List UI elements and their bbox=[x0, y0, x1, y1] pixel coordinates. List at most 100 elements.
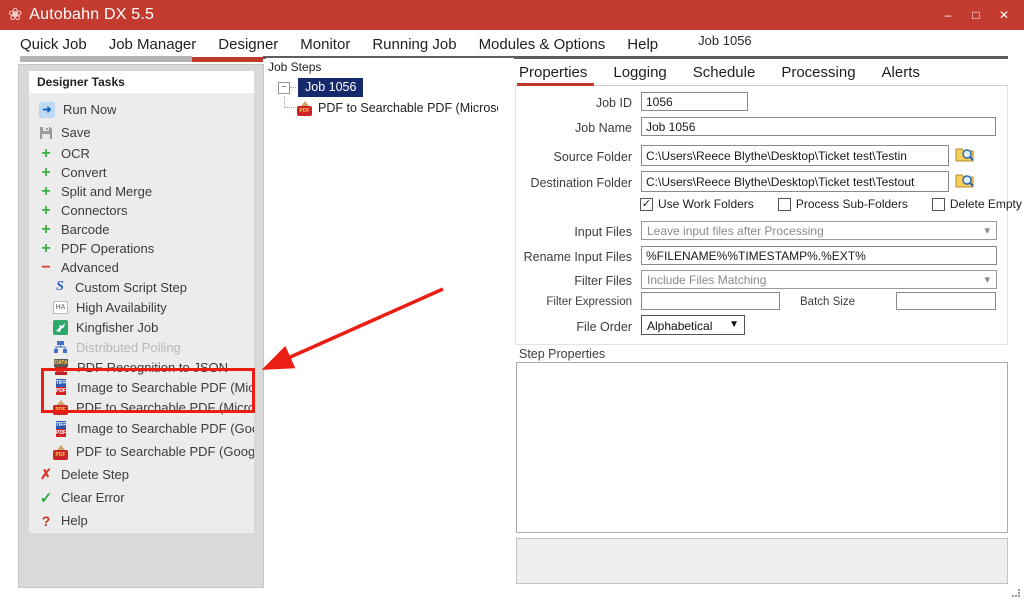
destination-folder-label: Destination Folder bbox=[514, 176, 632, 190]
task-pdf-recognition-to-json[interactable]: DATA A→B PDF Recognition to JSON bbox=[29, 357, 254, 377]
distributed-polling-icon bbox=[53, 340, 68, 354]
menu-help[interactable]: Help bbox=[627, 36, 658, 58]
high-availability-icon: HA bbox=[53, 301, 68, 314]
minimize-button[interactable]: – bbox=[936, 4, 960, 26]
menu-job-manager[interactable]: Job Manager bbox=[109, 36, 197, 58]
window-controls: – □ ✕ bbox=[936, 0, 1016, 30]
menu-underline-left bbox=[20, 56, 192, 62]
expand-plus-icon: + bbox=[39, 183, 53, 201]
source-folder-label: Source Folder bbox=[514, 150, 632, 164]
job-id-label: Job ID bbox=[514, 96, 632, 110]
input-files-label: Input Files bbox=[514, 225, 632, 239]
step-description-panel bbox=[516, 538, 1008, 584]
task-ocr[interactable]: + OCR bbox=[29, 144, 254, 163]
task-split-and-merge[interactable]: + Split and Merge bbox=[29, 182, 254, 201]
window-title: Autobahn DX 5.5 bbox=[29, 6, 154, 24]
task-pdf-to-searchable-pdf-google[interactable]: PDF PDF to Searchable PDF (Google Clouc bbox=[29, 440, 254, 463]
job-name-input[interactable] bbox=[641, 117, 996, 136]
menu-designer[interactable]: Designer bbox=[218, 36, 278, 58]
save-icon bbox=[39, 126, 53, 140]
task-clear-error[interactable]: ✓ Clear Error bbox=[29, 486, 254, 509]
pdf-to-searchable-pdf-icon: PDF bbox=[297, 100, 312, 116]
tree-child-row[interactable]: PDF PDF to Searchable PDF (Microsoft Clo… bbox=[266, 100, 514, 116]
task-barcode[interactable]: + Barcode bbox=[29, 220, 254, 239]
title-bar: ❀ Autobahn DX 5.5 – □ ✕ bbox=[0, 0, 1024, 30]
tree-expander-icon[interactable]: − bbox=[278, 82, 290, 94]
pdf-to-searchable-pdf-icon: PDF bbox=[53, 444, 68, 460]
browse-source-folder-button[interactable] bbox=[955, 146, 975, 163]
delete-empty-input-folders-checkbox[interactable]: Delete Empty Input Folders bbox=[932, 197, 1024, 211]
file-order-label: File Order bbox=[514, 320, 632, 334]
filter-files-dropdown[interactable]: Include Files Matching ▾ bbox=[641, 270, 997, 289]
job-id-input[interactable] bbox=[641, 92, 748, 111]
menu-bar: Quick Job Job Manager Designer Monitor R… bbox=[20, 33, 752, 58]
task-custom-script-step[interactable]: S Custom Script Step bbox=[29, 277, 254, 297]
tree-node-job[interactable]: Job 1056 bbox=[298, 78, 363, 97]
task-run-now[interactable]: ➜ Run Now bbox=[29, 98, 254, 121]
batch-size-label: Batch Size bbox=[770, 296, 855, 308]
destination-folder-input[interactable] bbox=[641, 171, 949, 192]
filter-expression-input[interactable] bbox=[641, 292, 780, 310]
app-logo-icon: ❀ bbox=[8, 5, 22, 25]
process-sub-folders-checkbox[interactable]: Process Sub-Folders bbox=[778, 197, 908, 211]
checkbox-checked-icon: ✓ bbox=[640, 198, 653, 211]
job-steps-panel: Job Steps − Job 1056 PDF PDF to Searchab… bbox=[266, 58, 514, 588]
active-menu-underline bbox=[192, 57, 263, 62]
tab-processing[interactable]: Processing bbox=[781, 64, 855, 87]
task-save[interactable]: Save bbox=[29, 121, 254, 144]
menu-quick-job[interactable]: Quick Job bbox=[20, 36, 87, 58]
rename-input-files-label: Rename Input Files bbox=[514, 250, 632, 264]
chevron-down-icon: ▾ bbox=[984, 273, 990, 286]
tab-alerts[interactable]: Alerts bbox=[882, 64, 920, 87]
task-kingfisher-job[interactable]: Kingfisher Job bbox=[29, 317, 254, 337]
expand-plus-icon: + bbox=[39, 164, 53, 182]
maximize-button[interactable]: □ bbox=[964, 4, 988, 26]
kingfisher-icon bbox=[53, 320, 68, 335]
resize-grip[interactable] bbox=[1012, 589, 1020, 597]
expand-plus-icon: + bbox=[39, 221, 53, 239]
task-help[interactable]: ? Help bbox=[29, 509, 254, 532]
source-folder-input[interactable] bbox=[641, 145, 949, 166]
checkmark-icon: ✓ bbox=[39, 489, 53, 507]
task-convert[interactable]: + Convert bbox=[29, 163, 254, 182]
step-properties-label: Step Properties bbox=[519, 347, 605, 361]
script-icon: S bbox=[53, 279, 67, 295]
task-distributed-polling: Distributed Polling bbox=[29, 337, 254, 357]
tiff-to-pdf-icon: TIFF PDF bbox=[53, 421, 69, 437]
checkbox-unchecked-icon bbox=[932, 198, 945, 211]
browse-destination-folder-button[interactable] bbox=[955, 172, 975, 189]
file-order-dropdown[interactable]: Alphabetical ▼ bbox=[641, 315, 745, 335]
step-properties-panel bbox=[516, 362, 1008, 533]
checkbox-unchecked-icon bbox=[778, 198, 791, 211]
tree-connector bbox=[284, 96, 296, 108]
use-work-folders-checkbox[interactable]: ✓ Use Work Folders bbox=[640, 197, 754, 211]
task-image-to-searchable-pdf-google[interactable]: TIFF PDF Image to Searchable PDF (Google… bbox=[29, 417, 254, 440]
task-advanced[interactable]: − Advanced bbox=[29, 258, 254, 277]
run-now-icon: ➜ bbox=[39, 102, 55, 118]
input-files-dropdown[interactable]: Leave input files after Processing ▾ bbox=[641, 221, 997, 240]
batch-size-input[interactable] bbox=[896, 292, 996, 310]
menu-running-job[interactable]: Running Job bbox=[372, 36, 456, 58]
menu-monitor[interactable]: Monitor bbox=[300, 36, 350, 58]
current-job-badge: Job 1056 bbox=[698, 33, 752, 58]
menu-modules-options[interactable]: Modules & Options bbox=[479, 36, 606, 58]
task-image-to-searchable-pdf-microsoft[interactable]: TIFF PDF Image to Searchable PDF (Micros… bbox=[29, 377, 254, 397]
task-delete-step[interactable]: ✗ Delete Step bbox=[29, 463, 254, 486]
tree-node-step: PDF to Searchable PDF (Microsoft Cloud C bbox=[318, 101, 498, 115]
folder-options-row: ✓ Use Work Folders Process Sub-Folders D… bbox=[640, 197, 1024, 211]
designer-tasks-header: Designer Tasks bbox=[29, 71, 254, 93]
pdf-to-searchable-pdf-icon: PDF bbox=[53, 399, 68, 415]
tab-schedule[interactable]: Schedule bbox=[693, 64, 756, 87]
task-pdf-operations[interactable]: + PDF Operations bbox=[29, 239, 254, 258]
rename-input-files-input[interactable] bbox=[641, 246, 997, 265]
app-window: ❀ Autobahn DX 5.5 – □ ✕ Quick Job Job Ma… bbox=[0, 0, 1024, 600]
task-high-availability[interactable]: HA High Availability bbox=[29, 297, 254, 317]
job-steps-title: Job Steps bbox=[266, 58, 514, 78]
tab-logging[interactable]: Logging bbox=[613, 64, 666, 87]
job-name-label: Job Name bbox=[514, 121, 632, 135]
tiff-to-pdf-icon: TIFF PDF bbox=[53, 379, 69, 395]
close-button[interactable]: ✕ bbox=[992, 4, 1016, 26]
chevron-down-icon: ▾ bbox=[984, 224, 990, 237]
task-connectors[interactable]: + Connectors bbox=[29, 201, 254, 220]
task-pdf-to-searchable-pdf-microsoft[interactable]: PDF PDF to Searchable PDF (Microsoft Clo bbox=[29, 397, 254, 417]
